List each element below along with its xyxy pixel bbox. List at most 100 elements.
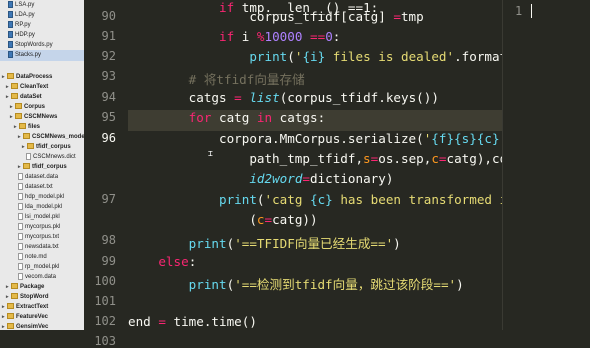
line-number: 100 [94,274,116,288]
code-token: i [234,29,257,44]
tree-item-label: hdp_model.pkl [25,194,65,200]
code-line[interactable]: print('==检测到tfidf向量，跳过该阶段==') [128,274,464,293]
python-file-icon [8,30,13,38]
file-icon [18,202,23,210]
code-token: s [363,151,371,166]
tree-item-label: DataProcess [16,74,53,80]
file-icon [18,212,23,220]
code-token: print [219,192,257,207]
tree-item-label: StopWords.py [15,42,53,48]
tree-item-label: lsi_model.pkl [25,214,60,220]
tree-item-label: CleanText [20,84,49,90]
tree-item[interactable]: Stacks.py [0,50,84,61]
code-line[interactable]: corpora.MmCorpus.serialize('{f}{s}{c}. [128,131,502,146]
code-token: .format(i [454,49,502,64]
file-icon [18,262,23,270]
line-number: 95 [101,110,116,124]
code-token: end [128,314,159,329]
tree-item-label: CSCMNews_model [32,134,85,140]
code-line[interactable]: print('{i} files is dealed'.format(i=i [128,49,502,64]
code-editor[interactable]: if tmp.__len__() ==1: corpus_tfidf[catg]… [128,0,502,330]
code-token: ) [393,236,401,251]
code-token: c [431,151,439,166]
code-token: % [256,29,265,44]
code-line[interactable]: id2word=dictionary) [128,171,393,186]
file-icon [18,182,23,190]
code-line[interactable]: print('==TFIDF向量已经生成==') [128,233,401,252]
code-token: catgs [128,90,235,105]
code-line[interactable]: path_tmp_tfidf,s=os.sep,c=catg),co [128,151,502,166]
line-number: 103 [94,334,116,348]
tree-item-label: RP.py [15,22,31,28]
code-line[interactable]: else: [128,254,196,269]
file-icon [18,252,23,260]
line-number: 91 [101,29,116,43]
folder-icon [27,143,34,150]
tree-item[interactable]: ▸ GensimVec [0,322,48,330]
code-token: ( [256,192,265,207]
python-file-icon [8,50,13,58]
code-token: list [249,90,280,105]
folder-icon [7,323,14,330]
code-line[interactable]: end = time.time() [128,314,257,329]
line-number: 92 [101,49,116,63]
code-token: {f}{s}{c} [431,131,500,146]
tree-item-label: dataset.data [25,174,59,180]
tree-item-label: CSCMnews.dict [33,154,76,160]
line-number: 98 [101,233,116,247]
code-line[interactable]: for catg in catgs: [128,110,326,125]
code-token: time.time() [165,314,257,329]
tree-item-label: newsdata.txt [25,244,59,250]
python-file-icon [8,0,13,8]
code-token: print [188,236,227,251]
tree-item-label: mycorpus.txt [25,234,60,240]
code-token: in [256,110,273,125]
line-number: 90 [101,9,116,23]
code-token: dictionary) [310,171,394,186]
code-token: {i} [302,49,326,64]
file-icon [18,272,23,280]
code-token: == [310,29,326,44]
code-token: path_tmp_tfidf, [128,151,364,166]
text-cursor [531,4,532,18]
secondary-editor-pane[interactable]: 1 [502,0,590,330]
code-token: catgs: [272,110,326,125]
folder-icon [23,133,30,140]
code-line[interactable]: # 将tfidf向量存储 [128,69,305,88]
project-file-tree: LSA.py LDA.py RP.py HDP.py StopWords.py Stack… [0,0,85,330]
python-file-icon [8,20,13,28]
code-token: tmp [400,9,424,24]
tree-item-label: note.md [25,254,47,260]
folder-icon [7,303,14,310]
code-token: else [158,254,189,269]
code-line[interactable]: if i %10000 ==0: [128,29,340,44]
code-token: print [249,49,288,64]
folder-icon [11,283,18,290]
tree-item-label: rp_model.pkl [25,264,60,270]
code-line[interactable]: (c=catg)) [128,212,317,227]
tree-item-label: tfidf_corpus [36,144,71,150]
line-number: 97 [101,192,116,206]
folder-icon [7,73,14,80]
tree-item-label: ExtractText [16,304,49,310]
code-token: has been transformed i [332,192,502,207]
line-number: 93 [101,69,116,83]
tree-item-label: Package [20,284,45,290]
folder-icon [11,83,18,90]
folder-icon [7,313,14,320]
code-line[interactable]: catgs = list(corpus_tfidf.keys()) [128,90,439,105]
code-token: = [393,9,401,24]
tree-item-label: HDP.py [15,32,35,38]
code-line[interactable]: print('catg {c} has been transformed i [128,192,502,207]
mouse-cursor-icon: ⌶ [208,149,213,158]
code-line[interactable]: corpus_tfidf[catg] =tmp [128,9,424,24]
code-token: id2word [249,171,303,186]
code-token: catg),co [446,151,503,166]
tree-item-label: tfidf_corpus [32,164,67,170]
python-file-icon [8,10,13,18]
file-icon [18,172,23,180]
code-token: '==TFIDF向量已经生成==' [234,236,394,251]
folder-icon [23,163,30,170]
